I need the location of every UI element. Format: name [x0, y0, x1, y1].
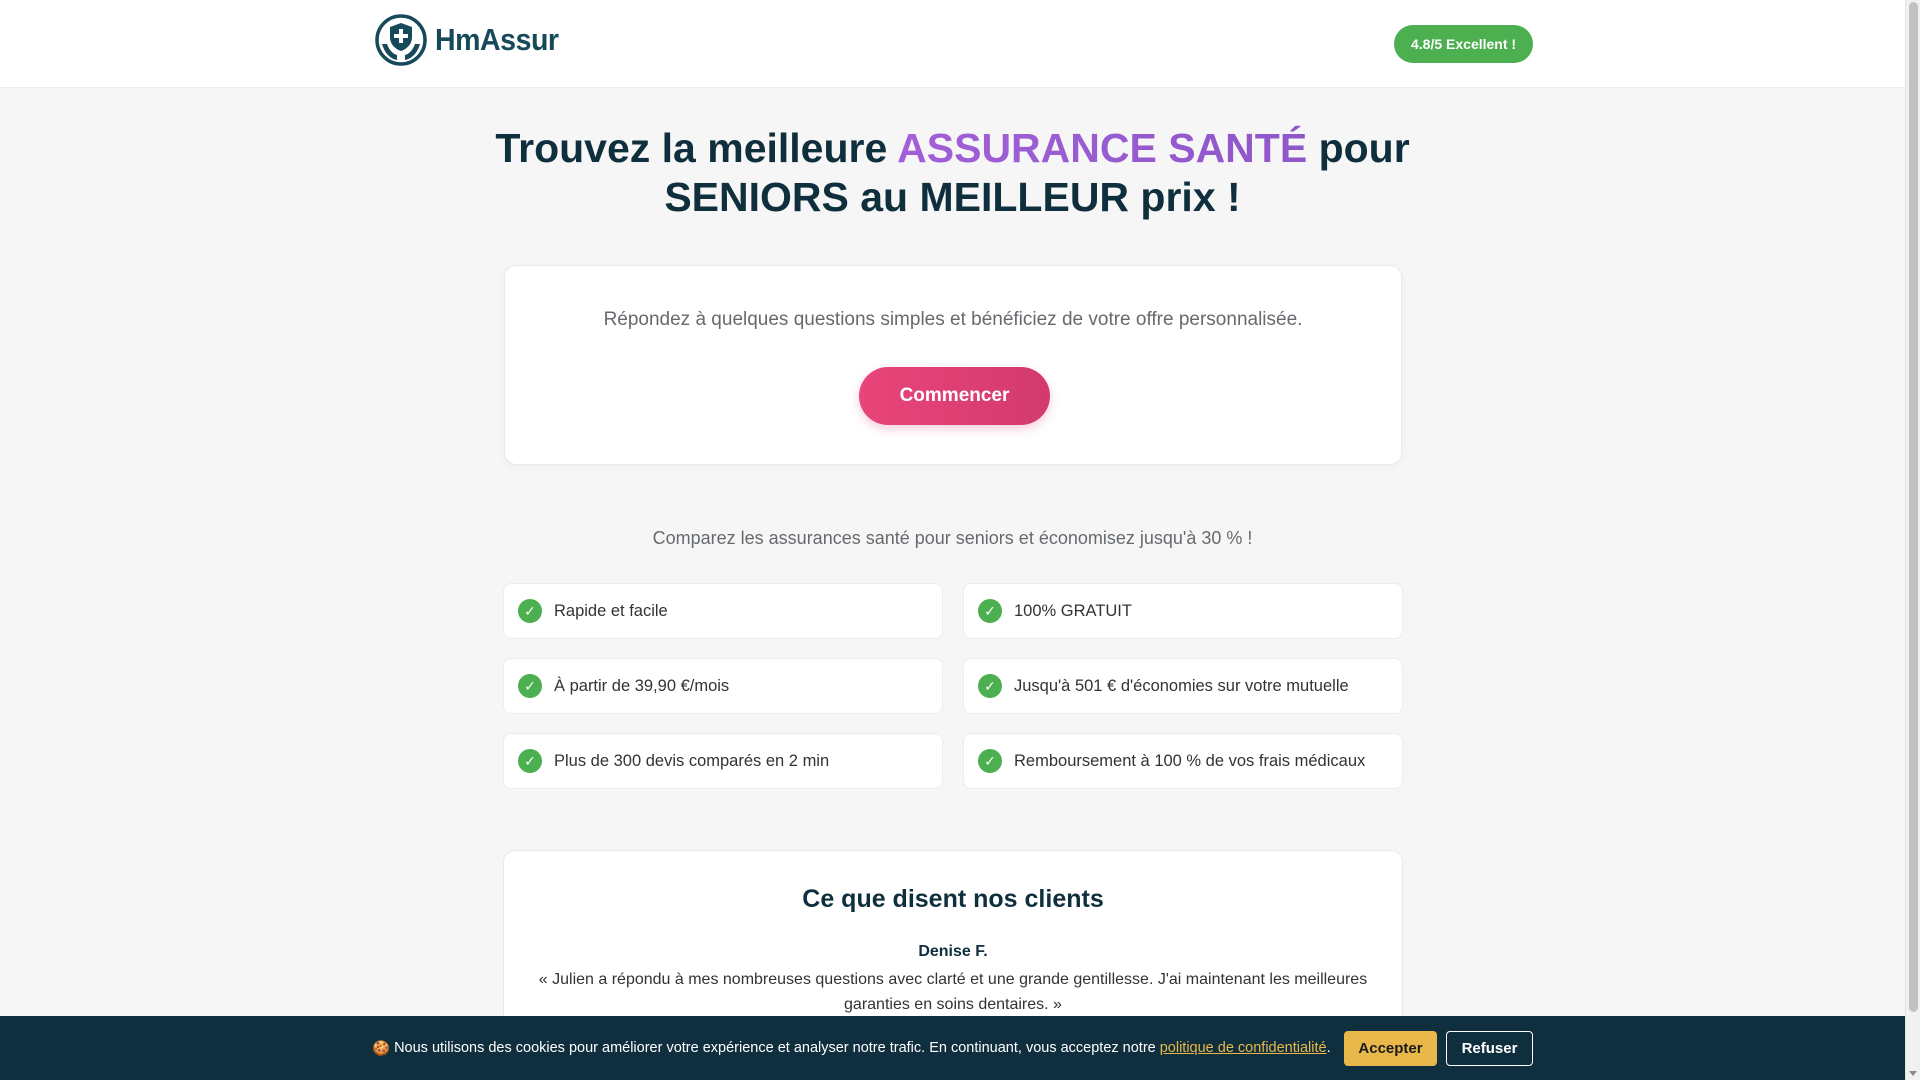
logo-text: HmAssur — [435, 22, 559, 57]
check-icon: ✓ — [978, 749, 1002, 773]
cookie-message: 🍪 Nous utilisons des cookies pour amélio… — [372, 1016, 1331, 1080]
feature-item: ✓ 100% GRATUIT — [963, 583, 1403, 639]
feature-item: ✓ Rapide et facile — [503, 583, 943, 639]
feature-text: Jusqu'à 501 € d'économies sur votre mutu… — [1014, 676, 1349, 695]
feature-text: À partir de 39,90 €/mois — [554, 676, 730, 695]
scroll-down-arrow-icon[interactable] — [1909, 1071, 1917, 1076]
check-icon: ✓ — [978, 599, 1002, 623]
feature-item: ✓ Plus de 300 devis comparés en 2 min — [503, 733, 943, 789]
page-title: Trouvez la meilleure ASSURANCE SANTÉ pou… — [0, 124, 1905, 222]
logo[interactable]: HmAssur — [375, 14, 569, 66]
feature-item: ✓ Remboursement à 100 % de vos frais méd… — [963, 733, 1403, 789]
title-part-1: Trouvez la meilleure — [495, 125, 898, 171]
title-accent: ASSURANCE SANTÉ — [897, 125, 1308, 171]
privacy-policy-link[interactable]: politique de confidentialité — [1160, 1040, 1327, 1056]
title-part-2: pour — [1307, 125, 1410, 171]
rating-badge[interactable]: 4.8/5 Excellent ! — [1394, 25, 1534, 63]
feature-text: Remboursement à 100 % de vos frais médic… — [1014, 751, 1366, 770]
feature-text: 100% GRATUIT — [1014, 601, 1132, 620]
feature-text: Plus de 300 devis comparés en 2 min — [554, 751, 830, 770]
feature-item: ✓ Jusqu'à 501 € d'économies sur votre mu… — [963, 658, 1403, 714]
start-button[interactable]: Commencer — [859, 367, 1050, 425]
feature-text: Rapide et facile — [554, 601, 668, 620]
cookie-banner: 🍪 Nous utilisons des cookies pour amélio… — [0, 1016, 1905, 1080]
start-card: Répondez à quelques questions simples et… — [504, 265, 1402, 465]
scrollbar-thumb[interactable] — [1909, 2, 1918, 1012]
compare-text: Comparez les assurances santé pour senio… — [652, 528, 1253, 548]
cookie-text: Nous utilisons des cookies pour améliore… — [394, 1040, 1156, 1056]
page: HmAssur 4.8/5 Excellent ! Trouvez la mei… — [0, 0, 1905, 1080]
cookie-period: . — [1326, 1040, 1331, 1056]
shield-cross-hands-icon — [375, 14, 427, 66]
refuse-cookies-button[interactable]: Refuser — [1446, 1031, 1533, 1066]
cookie-icon: 🍪 — [372, 1040, 391, 1057]
check-icon: ✓ — [978, 674, 1002, 698]
start-card-lead: Répondez à quelques questions simples et… — [603, 309, 1303, 330]
check-icon: ✓ — [518, 674, 542, 698]
testimonial-author: Denise F. — [918, 943, 988, 960]
title-line-2: SENIORS au MEILLEUR prix ! — [664, 174, 1241, 220]
check-icon: ✓ — [518, 599, 542, 623]
feature-item: ✓ À partir de 39,90 €/mois — [503, 658, 943, 714]
accept-cookies-button[interactable]: Accepter — [1344, 1031, 1437, 1066]
testimonial-quote: « Julien a répondu à mes nombreuses ques… — [538, 971, 1368, 1013]
vertical-scrollbar[interactable] — [1905, 0, 1920, 1080]
testimonials-title: Ce que disent nos clients — [802, 885, 1104, 913]
features-grid: ✓ Rapide et facile ✓ 100% GRATUIT ✓ À pa… — [503, 583, 1403, 789]
site-header: HmAssur 4.8/5 Excellent ! — [0, 0, 1905, 88]
check-icon: ✓ — [518, 749, 542, 773]
